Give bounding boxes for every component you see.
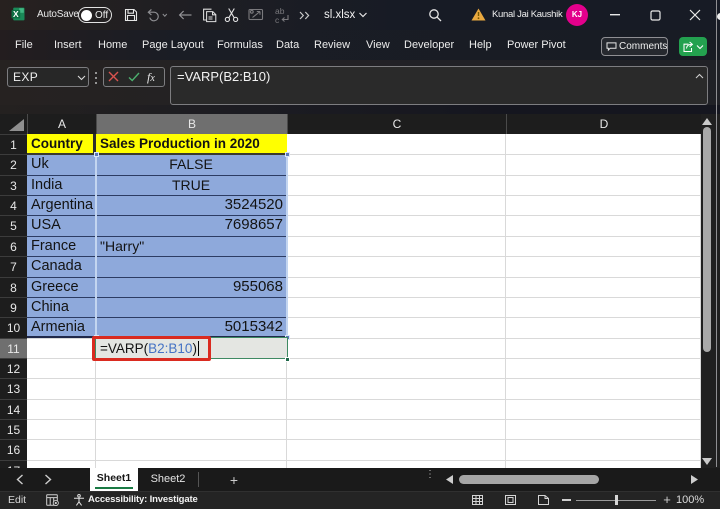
svg-text:c: c — [275, 15, 280, 24]
svg-text:X: X — [13, 9, 19, 19]
